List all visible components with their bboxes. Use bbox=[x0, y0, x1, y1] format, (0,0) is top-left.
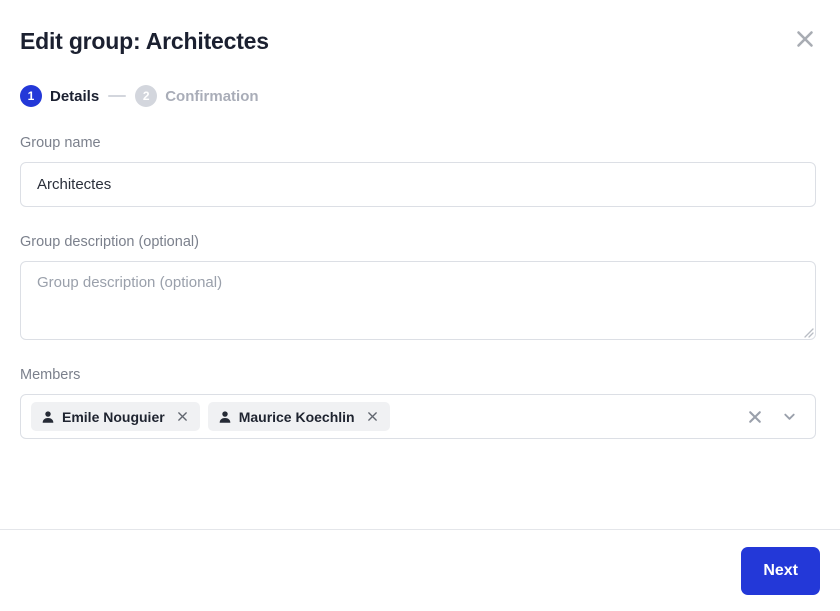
person-icon bbox=[218, 410, 232, 424]
member-chip[interactable]: Emile Nouguier bbox=[31, 402, 200, 431]
close-icon[interactable] bbox=[788, 22, 822, 56]
step-confirmation-number: 2 bbox=[135, 85, 158, 107]
group-name-field: Group name bbox=[20, 134, 820, 207]
dialog-body: Group name Group description (optional) … bbox=[0, 108, 840, 529]
step-details-label: Details bbox=[50, 87, 100, 105]
member-chip-label: Emile Nouguier bbox=[62, 408, 165, 425]
step-confirmation[interactable]: 2 Confirmation bbox=[135, 85, 259, 107]
step-details-number: 1 bbox=[20, 85, 42, 107]
chevron-down-icon[interactable] bbox=[777, 405, 801, 429]
next-button[interactable]: Next bbox=[741, 546, 820, 595]
remove-icon[interactable] bbox=[365, 409, 381, 425]
member-chip-label: Maurice Koechlin bbox=[238, 408, 355, 425]
dialog-footer: Next bbox=[0, 529, 840, 611]
group-description-field: Group description (optional) bbox=[20, 233, 820, 340]
group-description-label: Group description (optional) bbox=[20, 234, 199, 250]
members-chip-list: Emile Nouguier Maurice Koechlin bbox=[31, 402, 743, 431]
clear-icon[interactable] bbox=[743, 405, 767, 429]
group-name-input[interactable] bbox=[20, 162, 816, 207]
member-chip[interactable]: Maurice Koechlin bbox=[207, 402, 390, 431]
members-multiselect[interactable]: Emile Nouguier Maurice Koechlin bbox=[20, 394, 816, 439]
group-name-label: Group name bbox=[20, 135, 101, 151]
group-description-textarea[interactable] bbox=[20, 261, 816, 340]
group-description-wrapper bbox=[20, 261, 816, 340]
remove-icon[interactable] bbox=[175, 409, 191, 425]
step-details[interactable]: 1 Details bbox=[20, 85, 99, 107]
edit-group-dialog: Edit group: Architectes 1 Details 2 Conf… bbox=[0, 0, 840, 611]
members-actions bbox=[743, 405, 809, 429]
stepper: 1 Details 2 Confirmation bbox=[0, 84, 840, 108]
members-field: Members Emile Nouguier Maurice Koechlin bbox=[20, 366, 820, 439]
dialog-header: Edit group: Architectes bbox=[0, 0, 840, 56]
step-confirmation-label: Confirmation bbox=[165, 87, 259, 105]
step-connector bbox=[108, 95, 127, 97]
person-icon bbox=[41, 410, 55, 424]
dialog-title: Edit group: Architectes bbox=[20, 28, 269, 54]
members-label: Members bbox=[20, 367, 81, 383]
